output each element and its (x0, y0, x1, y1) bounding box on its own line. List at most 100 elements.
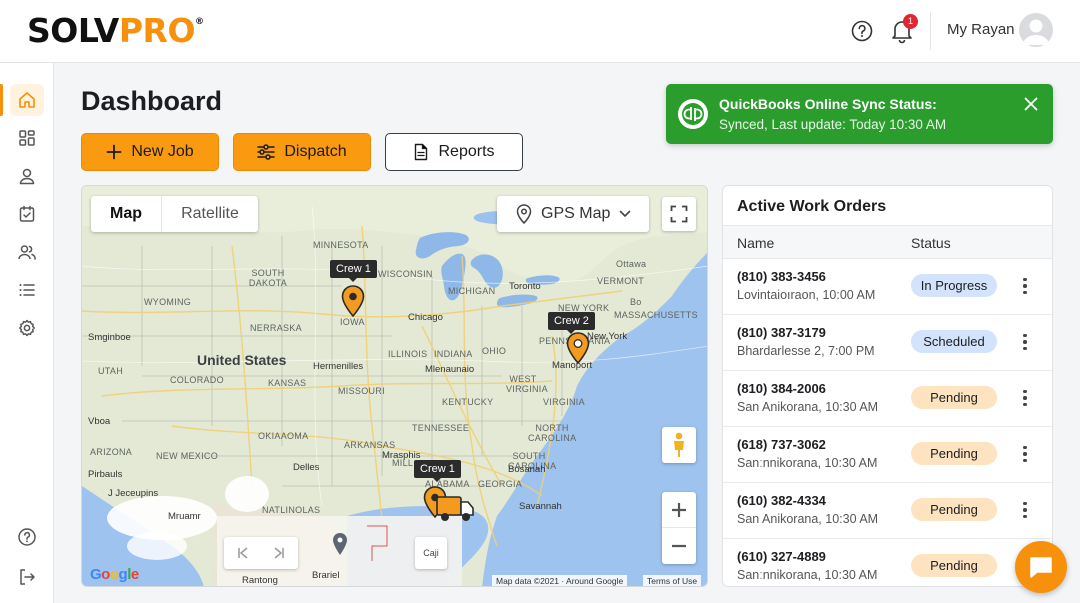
table-row[interactable]: (810) 383-3456 Lovintaioıraon, 10:00 AM In… (723, 259, 1052, 315)
fullscreen-icon (670, 205, 688, 223)
skip-forward-icon[interactable] (273, 547, 285, 559)
plus-icon (106, 144, 122, 160)
table-row[interactable]: (810) 387-3179 Bhardarlesse 2, 7:00 PM Sch… (723, 315, 1052, 371)
zoom-out-button[interactable] (662, 528, 696, 564)
gps-map-select[interactable]: GPS Map (497, 196, 649, 232)
map-label: NERRASKA (250, 323, 302, 333)
toast-message: Synced, Last update: Today 10:30 AM (719, 117, 947, 132)
map-label: INDIANA (434, 349, 473, 359)
sidebar-item-team[interactable] (10, 236, 44, 268)
order-phone: (618) 737-3062 (737, 437, 826, 452)
map-label: NEW MEXICO (156, 451, 219, 461)
map-label: WEST VIRGINIA (506, 374, 548, 394)
city-label: J Jeceupins (108, 488, 159, 499)
quickbooks-icon (678, 99, 708, 129)
map-background (82, 186, 707, 586)
sidebar-item-tasks[interactable] (10, 274, 44, 306)
crew-map[interactable]: MINNESOTA WISCONSIN MICHIGAN SOUTH DAKOT… (81, 185, 708, 587)
table-row[interactable]: (810) 384-2006 San Anikorana, 10:30 AM Pen… (723, 371, 1052, 427)
zoom-in-button[interactable] (662, 492, 696, 528)
status-badge: Pending (911, 442, 997, 465)
map-label: OHIO (482, 346, 507, 356)
column-header-name[interactable]: Name (737, 235, 774, 251)
map-label: IOWA (340, 317, 365, 327)
map-label: ARKANSAS (344, 440, 396, 450)
divider (930, 12, 931, 50)
map-label: MICHIGAN (448, 286, 496, 296)
location-pin-icon[interactable] (332, 532, 348, 556)
sidebar-item-schedule[interactable] (10, 198, 44, 230)
map-label: OKIAAOMA (258, 431, 309, 441)
map-label: VERMONT (597, 276, 645, 286)
map-label: VIRGINIA (543, 397, 585, 407)
order-detail: Lovintaioıraon, 10:00 AM (737, 288, 876, 302)
order-phone: (610) 327-4889 (737, 549, 826, 564)
crew-label: Crew 2 (548, 312, 595, 334)
dispatch-button[interactable]: Dispatch (233, 133, 371, 171)
city-label: New York (587, 331, 628, 342)
more-options-icon[interactable] (1015, 331, 1035, 353)
reports-button[interactable]: Reports (385, 133, 523, 171)
truck-icon[interactable] (435, 491, 475, 525)
table-row[interactable]: (610) 327-4889 Sanːnnikorana, 10:30 AM Pen… (723, 539, 1052, 586)
order-phone: (610) 382-4334 (737, 493, 826, 508)
sidebar-item-home[interactable] (10, 84, 44, 116)
chat-button[interactable] (1015, 541, 1067, 593)
top-bar: SOLVPRO® 1 My Rayan (0, 0, 1080, 63)
sidebar (0, 63, 54, 603)
gear-icon (19, 319, 35, 337)
more-options-icon[interactable] (1015, 387, 1035, 409)
solvpro-logo[interactable]: SOLVPRO® (27, 11, 204, 50)
city-label: Mlenaunaio (425, 364, 475, 375)
new-job-label: New Job (131, 143, 194, 160)
column-header-status[interactable]: Status (911, 235, 951, 251)
crew-pin-icon[interactable] (566, 332, 590, 364)
map-label: WYOMING (144, 297, 192, 307)
fullscreen-button[interactable] (662, 197, 696, 231)
new-job-button[interactable]: New Job (81, 133, 219, 171)
tab-map[interactable]: Map (91, 196, 161, 232)
map-label: MINNESOTA (313, 240, 369, 250)
user-icon (19, 168, 35, 185)
status-badge: Pending (911, 498, 997, 521)
table-row[interactable]: (610) 382-4334 San Anikorana, 10:30 AM Pen… (723, 483, 1052, 539)
street-view-button[interactable] (662, 427, 696, 463)
help-icon[interactable] (850, 19, 874, 43)
city-label: Smginboe (88, 332, 131, 343)
table-row[interactable]: (618) 737-3062 Sanːnnikorana, 10:30 AM Pen… (723, 427, 1052, 483)
map-label: Bo (630, 297, 642, 307)
home-icon (19, 92, 35, 108)
notification-badge: 1 (903, 14, 918, 29)
tab-satellite[interactable]: Ratellite (161, 196, 258, 232)
more-options-icon[interactable] (1015, 499, 1035, 521)
logout-icon (20, 569, 35, 585)
map-label: WISCONSIN (378, 269, 433, 279)
order-phone: (810) 384-2006 (737, 381, 826, 396)
close-icon[interactable] (1022, 95, 1040, 113)
order-detail: San Anikorana, 10:30 AM (737, 400, 879, 414)
sidebar-item-logout[interactable] (10, 561, 44, 593)
pegman-icon (674, 432, 684, 457)
location-pin-icon (516, 204, 532, 224)
status-badge: Pending (911, 554, 997, 577)
map-label: SOUTH DAKOTA (248, 268, 288, 288)
reports-label: Reports (438, 143, 495, 160)
crew-label: Crew 1 (414, 460, 461, 482)
more-options-icon[interactable] (1015, 275, 1035, 297)
city-label: Hermenilles (313, 361, 364, 372)
skip-back-icon[interactable] (237, 547, 249, 559)
crew-pin-icon[interactable] (341, 285, 365, 317)
avatar[interactable] (1019, 13, 1053, 47)
dispatch-label: Dispatch (284, 143, 347, 160)
user-name[interactable]: My Rayan (947, 21, 1015, 38)
city-label: Pirbauls (88, 469, 123, 480)
map-layer-button[interactable]: Caji (415, 537, 447, 569)
more-options-icon[interactable] (1015, 443, 1035, 465)
sidebar-item-help[interactable] (10, 521, 44, 553)
sidebar-item-apps[interactable] (10, 122, 44, 154)
sidebar-item-customers[interactable] (10, 160, 44, 192)
sidebar-item-settings[interactable] (10, 312, 44, 344)
table-header: Name Status (723, 225, 1052, 259)
map-label: KANSAS (268, 378, 307, 388)
terms-link[interactable]: Terms of Use (643, 575, 702, 586)
